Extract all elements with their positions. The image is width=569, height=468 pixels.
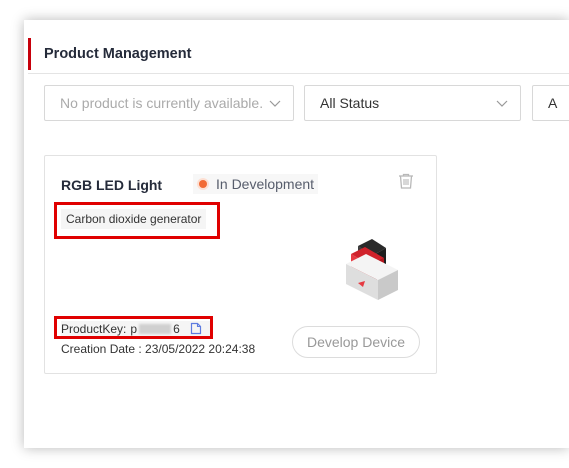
chevron-down-icon [269,100,281,107]
status-select-value: All Status [320,95,380,111]
product-card[interactable]: RGB LED Light In Development Carbon diox… [44,155,437,374]
product-management-panel: Product Management No product is current… [24,20,569,448]
creation-date: Creation Date : 23/05/2022 20:24:38 [61,342,256,356]
copy-icon[interactable] [190,322,202,335]
trash-icon[interactable] [397,172,415,190]
status-badge: In Development [193,174,319,194]
product-key: ProductKey: p 6 [61,321,211,336]
status-text: In Development [216,176,315,192]
third-filter-select[interactable]: A [532,85,569,121]
product-key-label: ProductKey: [61,321,127,336]
product-key-redacted [139,323,172,334]
third-filter-value: A [548,95,558,111]
product-name: RGB LED Light [61,177,163,193]
product-select[interactable]: No product is currently available. [44,85,294,121]
product-description: Carbon dioxide generator [61,209,206,229]
status-dot-icon [199,180,207,188]
product-select-placeholder: No product is currently available. [60,95,264,111]
device-box-icon [346,239,398,300]
product-key-start: p [130,321,138,336]
page-title: Product Management [28,38,191,70]
status-select[interactable]: All Status [304,85,521,121]
chevron-down-icon [496,100,508,107]
product-key-end: 6 [173,321,180,336]
header-divider [28,73,569,74]
develop-device-button[interactable]: Develop Device [292,326,420,358]
